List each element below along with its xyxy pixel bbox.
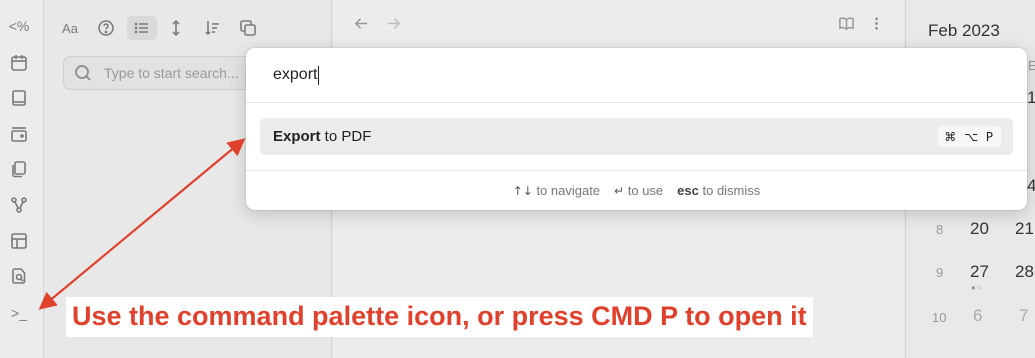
calendar-day[interactable]: 7 bbox=[1019, 306, 1028, 326]
list-icon[interactable] bbox=[127, 16, 157, 40]
calendar-day[interactable]: 4 bbox=[1027, 176, 1035, 196]
graph-icon[interactable] bbox=[8, 194, 30, 216]
file-search-icon[interactable] bbox=[8, 265, 30, 287]
navigate-key: ↑↓ bbox=[512, 184, 533, 198]
code-icon[interactable]: <% bbox=[8, 15, 30, 37]
forward-arrow-icon[interactable] bbox=[381, 12, 405, 34]
dismiss-hint: esc to dismiss bbox=[677, 183, 760, 198]
copy-icon[interactable] bbox=[235, 16, 261, 40]
terminal-icon[interactable]: >_ bbox=[8, 302, 30, 324]
add-card-icon[interactable] bbox=[8, 123, 30, 145]
calendar-week-number: 10 bbox=[932, 310, 947, 325]
calendar-month-title: Feb 2023 bbox=[928, 21, 1000, 40]
navigate-hint: ↑↓ to navigate bbox=[513, 183, 600, 198]
more-options-icon[interactable] bbox=[864, 12, 888, 34]
files-icon[interactable] bbox=[8, 158, 30, 180]
text-caret bbox=[318, 65, 320, 85]
match-case-icon[interactable]: Aa bbox=[57, 16, 83, 40]
calendar-day[interactable]: 28 bbox=[1015, 262, 1034, 282]
use-hint: ↵ to use bbox=[614, 183, 663, 198]
hotkey-badge: ⌘ ⌥ P bbox=[938, 126, 1001, 147]
command-palette-input[interactable]: export bbox=[246, 48, 1027, 103]
dismiss-label: to dismiss bbox=[702, 183, 761, 198]
command-palette-footer: ↑↓ to navigate ↵ to use esc to dismiss bbox=[246, 170, 1027, 210]
reading-view-icon[interactable] bbox=[834, 12, 858, 34]
help-icon[interactable] bbox=[93, 16, 119, 40]
calendar-day[interactable]: 21 bbox=[1015, 219, 1034, 239]
navigate-label: to navigate bbox=[536, 183, 601, 198]
sort-icon[interactable] bbox=[200, 16, 226, 40]
calendar-day[interactable]: 20 bbox=[970, 219, 989, 239]
esc-key: esc bbox=[677, 183, 699, 198]
calendar-week-number: 8 bbox=[936, 222, 944, 237]
calendar-icon[interactable] bbox=[8, 52, 30, 74]
calendar-day-dots: ●○ bbox=[971, 283, 983, 292]
annotation-caption: Use the command palette icon, or press C… bbox=[66, 297, 813, 337]
search-icon bbox=[75, 65, 91, 81]
suggestion-match-text: Export bbox=[273, 128, 321, 145]
expand-vertical-icon[interactable] bbox=[163, 16, 189, 40]
calendar-day[interactable]: 6 bbox=[973, 306, 982, 326]
calendar-day[interactable]: 1 bbox=[1027, 88, 1035, 108]
suggestion-rest-text: to PDF bbox=[320, 128, 372, 145]
calendar-week-number: 9 bbox=[936, 265, 944, 280]
enter-key: ↵ bbox=[614, 184, 625, 198]
calendar-weekday: E bbox=[1028, 58, 1035, 73]
command-query-text: export bbox=[273, 66, 318, 83]
command-suggestion-export-pdf[interactable]: Export to PDF ⌘ ⌥ P bbox=[260, 118, 1013, 155]
left-ribbon: <% >_ bbox=[0, 0, 44, 358]
use-label: to use bbox=[627, 183, 664, 198]
layout-icon[interactable] bbox=[8, 230, 30, 252]
back-arrow-icon[interactable] bbox=[349, 12, 373, 34]
calendar-day-today[interactable]: 27 bbox=[970, 262, 989, 282]
book-icon[interactable] bbox=[8, 87, 30, 109]
command-palette: export Export to PDF ⌘ ⌥ P ↑↓ to navigat… bbox=[246, 48, 1027, 210]
search-input[interactable] bbox=[104, 65, 254, 81]
